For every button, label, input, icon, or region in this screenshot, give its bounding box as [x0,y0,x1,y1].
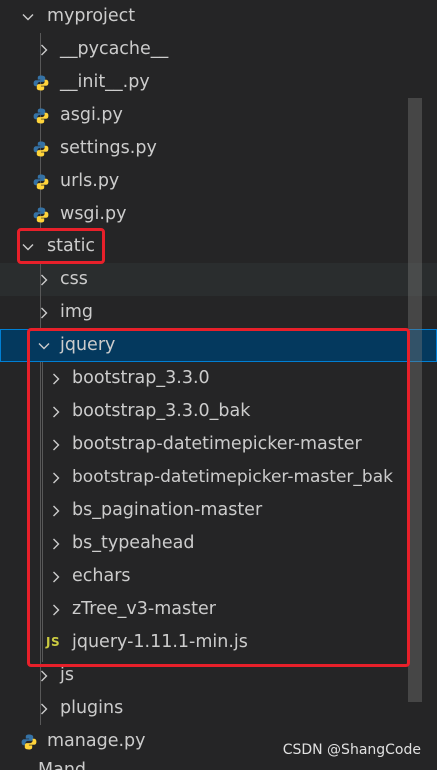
tree-item-label: bootstrap-datetimepicker-master [72,434,362,454]
tree-item-bootstrap-datetimepicker-master-bak[interactable]: bootstrap-datetimepicker-master_bak [0,461,437,494]
tree-item-myproject[interactable]: myproject [0,0,437,33]
tree-item-label: css [60,269,88,289]
tree-item-label: settings.py [60,138,157,158]
chevron-right-icon [48,371,64,387]
tree-item-label: js [60,665,74,685]
chevron-right-icon [48,437,64,453]
tree-item-label: zTree_v3-master [72,599,216,619]
tree-item-label: plugins [60,698,124,718]
chevron-down-icon [36,338,52,354]
tree-item-static[interactable]: static [0,230,437,263]
python-file-icon [32,206,50,224]
tree-item-init-py[interactable]: __init__.py [0,66,437,99]
vertical-scrollbar[interactable] [408,98,422,702]
tree-item-ztree-v3-master[interactable]: zTree_v3-master [0,593,437,626]
python-file-icon [32,74,50,92]
chevron-right-icon [36,305,52,321]
tree-item-js[interactable]: js [0,659,437,692]
tree-item-bs-pagination-master[interactable]: bs_pagination-master [0,494,437,527]
tree-item-label: bs_typeahead [72,533,195,553]
tree-item-label: jquery [60,335,116,355]
tree-item-label: jquery-1.11.1-min.js [72,632,248,652]
tree-item-label: asgi.py [60,105,123,125]
tree-item-jquery-min-js[interactable]: JS jquery-1.11.1-min.js [0,626,437,659]
tree-item-label: bootstrap-datetimepicker-master_bak [72,467,393,487]
tree-item-echars[interactable]: echars [0,560,437,593]
tree-item-label: bootstrap_3.3.0_bak [72,401,251,421]
tree-item-jquery[interactable]: jquery [0,329,437,362]
tree-item-css[interactable]: css [0,263,437,296]
watermark-text: CSDN @ShangCode [282,742,421,758]
tree-item-label: bootstrap_3.3.0 [72,368,210,388]
tree-item-label: manage.py [47,731,146,751]
chevron-right-icon [36,42,52,58]
tree-item-label: wsgi.py [60,204,127,224]
python-file-icon [32,173,50,191]
chevron-down-icon [20,239,36,255]
tree-item-label: bs_pagination-master [72,500,263,520]
chevron-right-icon [48,602,64,618]
tree-item-label: static [47,236,96,256]
tree-item-wsgi-py[interactable]: wsgi.py [0,198,437,231]
tree-item-bs-typeahead[interactable]: bs_typeahead [0,527,437,560]
chevron-right-icon [48,536,64,552]
python-file-icon [32,140,50,158]
chevron-down-icon [20,9,36,25]
file-explorer-tree: myproject __pycache__ __init__.py asgi.p… [0,0,437,770]
tree-item-bootstrap-3-3-0[interactable]: bootstrap_3.3.0 [0,362,437,395]
tree-item-bootstrap-3-3-0-bak[interactable]: bootstrap_3.3.0_bak [0,395,437,428]
js-file-icon: JS [46,635,61,649]
tree-item-urls-py[interactable]: urls.py [0,165,437,198]
chevron-right-icon [36,668,52,684]
tree-item-plugins[interactable]: plugins [0,692,437,725]
tree-item-label: __init__.py [60,72,150,92]
chevron-right-icon [36,701,52,717]
tree-item-label: myproject [47,6,136,26]
tree-item-pycache[interactable]: __pycache__ [0,33,437,66]
tree-item-cutoff: Mand... [38,760,103,770]
tree-item-img[interactable]: img [0,296,437,329]
tree-item-label: echars [72,566,131,586]
chevron-right-icon [48,470,64,486]
tree-item-label: urls.py [60,171,120,191]
tree-item-label: __pycache__ [60,39,169,59]
chevron-right-icon [48,503,64,519]
tree-item-asgi-py[interactable]: asgi.py [0,99,437,132]
tree-item-settings-py[interactable]: settings.py [0,132,437,165]
python-file-icon [32,107,50,125]
tree-item-label: img [60,302,94,322]
python-file-icon [20,733,38,751]
chevron-right-icon [48,569,64,585]
tree-item-bootstrap-datetimepicker-master[interactable]: bootstrap-datetimepicker-master [0,428,437,461]
chevron-right-icon [48,404,64,420]
chevron-right-icon [36,272,52,288]
